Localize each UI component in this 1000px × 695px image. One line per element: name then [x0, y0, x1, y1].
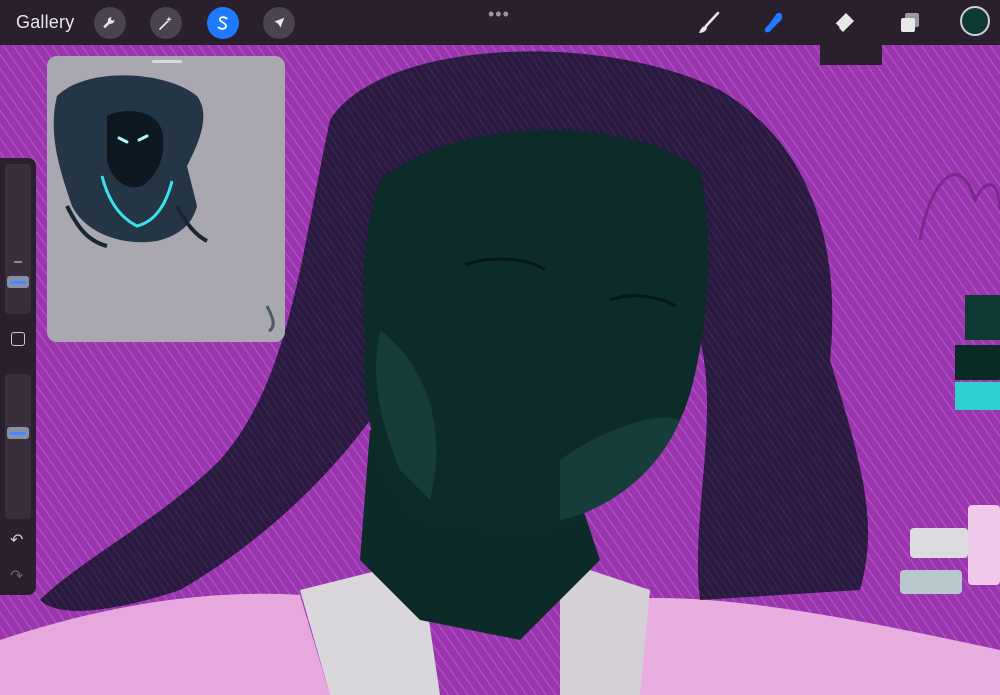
selection-s-icon — [217, 16, 228, 30]
reference-image — [53, 75, 275, 333]
slider-tick — [14, 261, 22, 263]
top-toolbar: Gallery ••• — [0, 0, 1000, 45]
eraser-icon — [834, 13, 854, 32]
arrow-cursor-icon — [274, 17, 285, 28]
opacity-handle[interactable] — [7, 427, 29, 439]
magic-wand-icon — [159, 16, 172, 30]
layers-button[interactable] — [894, 7, 926, 39]
reference-drag-handle[interactable] — [152, 60, 182, 63]
more-options-button[interactable]: ••• — [488, 4, 510, 25]
actions-button[interactable] — [94, 7, 126, 39]
gallery-button[interactable]: Gallery — [16, 12, 74, 33]
selection-button[interactable] — [207, 7, 239, 39]
opacity-slider[interactable] — [5, 374, 31, 519]
left-sidebar: ↶ ↷ — [0, 158, 36, 595]
undo-button[interactable]: ↶ — [10, 530, 23, 550]
smudge-icon — [764, 12, 783, 33]
transform-button[interactable] — [263, 7, 295, 39]
modify-button[interactable] — [11, 332, 25, 346]
color-picker-button[interactable] — [960, 6, 990, 36]
smudge-button[interactable] — [758, 7, 790, 39]
brush-button[interactable] — [694, 7, 726, 39]
layers-icon — [901, 13, 919, 32]
eraser-button[interactable] — [828, 7, 860, 39]
brush-size-handle[interactable] — [7, 276, 29, 288]
adjustments-button[interactable] — [150, 7, 182, 39]
wrench-icon — [103, 17, 115, 29]
redo-button[interactable]: ↷ — [10, 566, 23, 586]
reference-window[interactable] — [47, 56, 285, 342]
brush-size-slider[interactable] — [5, 164, 31, 314]
brush-icon — [699, 11, 720, 33]
